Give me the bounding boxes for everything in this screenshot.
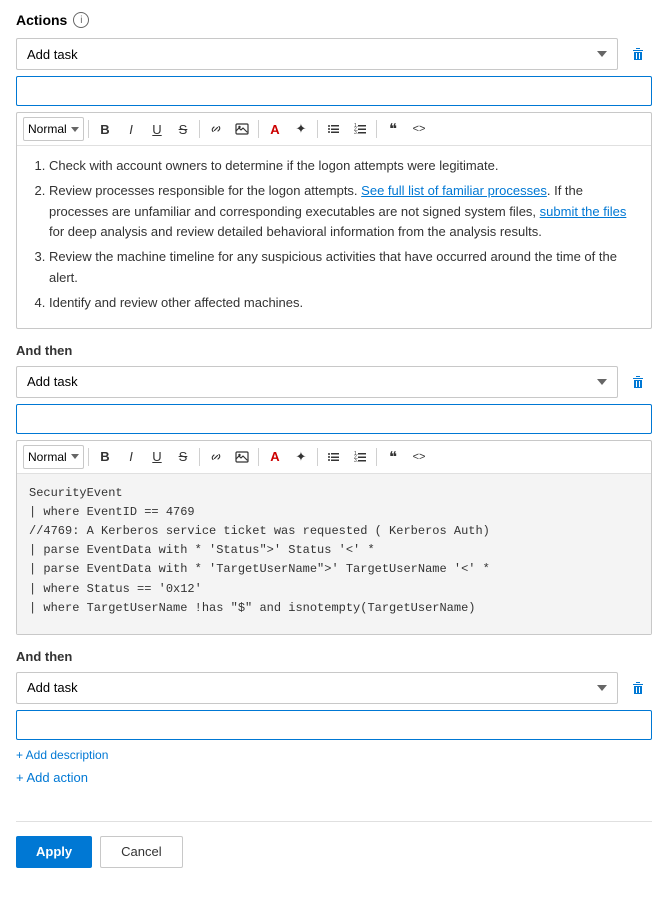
submit-files-link[interactable]: submit the files — [540, 204, 627, 219]
action-2-delete-button[interactable] — [624, 368, 652, 396]
action-1-title-input[interactable]: Validate and scope the alert — [16, 76, 652, 106]
editor-list-item: Review processes responsible for the log… — [49, 181, 639, 243]
bullet-list-button-2[interactable] — [322, 445, 346, 469]
familiar-processes-link[interactable]: See full list of familiar processes — [361, 183, 547, 198]
action-1-task-select[interactable]: Add task — [16, 38, 618, 70]
link-button-2[interactable] — [204, 445, 228, 469]
add-description-link[interactable]: + Add description — [16, 748, 108, 762]
link-button[interactable] — [204, 117, 228, 141]
action-2-code-editor-body[interactable]: SecurityEvent| where EventID == 4769//47… — [17, 474, 651, 634]
action-3-task-select[interactable]: Add task — [16, 672, 618, 704]
bold-button[interactable]: B — [93, 117, 117, 141]
toolbar-divider-5 — [376, 120, 377, 138]
and-then-2: And then — [16, 649, 652, 664]
font-color-button[interactable]: A — [263, 117, 287, 141]
bold-button-2[interactable]: B — [93, 445, 117, 469]
action-1-editor: Normal B I U S — [16, 112, 652, 329]
action-3-title-input[interactable]: Stop suspicious process and isolate affe… — [16, 710, 652, 740]
italic-button[interactable]: I — [119, 117, 143, 141]
editor-list-item: Check with account owners to determine i… — [49, 156, 639, 177]
editor-list-item: Identify and review other affected machi… — [49, 293, 639, 314]
toolbar-divider-a4 — [317, 448, 318, 466]
action-1-toolbar: Normal B I U S — [17, 113, 651, 146]
apply-button[interactable]: Apply — [16, 836, 92, 868]
add-action-link[interactable]: + Add action — [16, 770, 88, 785]
info-icon[interactable]: i — [73, 12, 89, 28]
blockquote-button[interactable]: ❝ — [381, 117, 405, 141]
code-button[interactable]: <> — [407, 117, 431, 141]
footer-buttons: Apply Cancel — [16, 836, 652, 868]
underline-button-2[interactable]: U — [145, 445, 169, 469]
action-1-format-select[interactable]: Normal — [23, 117, 84, 141]
action-2-format-select[interactable]: Normal — [23, 445, 84, 469]
italic-button-2[interactable]: I — [119, 445, 143, 469]
highlight-button-2[interactable]: ✦ — [289, 445, 313, 469]
font-color-button-2[interactable]: A — [263, 445, 287, 469]
numbered-list-button-2[interactable]: 1. 2. 3. — [348, 445, 372, 469]
action-2-title-input[interactable]: Run query to explore last activities — [16, 404, 652, 434]
action-2-toolbar: Normal B I U S — [17, 441, 651, 474]
underline-button[interactable]: U — [145, 117, 169, 141]
toolbar-divider-2 — [199, 120, 200, 138]
toolbar-divider-a3 — [258, 448, 259, 466]
toolbar-divider-3 — [258, 120, 259, 138]
numbered-list-button[interactable]: 1. 2. 3. — [348, 117, 372, 141]
action-2-block: Add task Run query to explore last activ… — [16, 366, 652, 635]
toolbar-divider-a1 — [88, 448, 89, 466]
toolbar-divider-1 — [88, 120, 89, 138]
action-3-task-row: Add task — [16, 672, 652, 704]
svg-text:3.: 3. — [354, 458, 358, 464]
code-button-2[interactable]: <> — [407, 445, 431, 469]
action-3-delete-button[interactable] — [624, 674, 652, 702]
action-3-block: Add task Stop suspicious process and iso… — [16, 672, 652, 770]
toolbar-divider-a5 — [376, 448, 377, 466]
toolbar-divider-a2 — [199, 448, 200, 466]
footer-divider — [16, 821, 652, 822]
action-1-editor-body[interactable]: Check with account owners to determine i… — [17, 146, 651, 328]
image-button-2[interactable] — [230, 445, 254, 469]
toolbar-divider-4 — [317, 120, 318, 138]
actions-title: Actions — [16, 12, 67, 28]
strikethrough-button-2[interactable]: S — [171, 445, 195, 469]
svg-text:3.: 3. — [354, 130, 358, 136]
strikethrough-button[interactable]: S — [171, 117, 195, 141]
action-1-block: Add task Validate and scope the alert No… — [16, 38, 652, 329]
action-1-delete-button[interactable] — [624, 40, 652, 68]
bullet-list-button[interactable] — [322, 117, 346, 141]
editor-list-item: Review the machine timeline for any susp… — [49, 247, 639, 289]
blockquote-button-2[interactable]: ❝ — [381, 445, 405, 469]
cancel-button[interactable]: Cancel — [100, 836, 182, 868]
actions-header: Actions i — [16, 12, 652, 28]
and-then-1: And then — [16, 343, 652, 358]
action-2-task-select[interactable]: Add task — [16, 366, 618, 398]
action-1-task-row: Add task — [16, 38, 652, 70]
highlight-button[interactable]: ✦ — [289, 117, 313, 141]
image-button[interactable] — [230, 117, 254, 141]
code-content: SecurityEvent| where EventID == 4769//47… — [29, 484, 639, 618]
action-2-editor: Normal B I U S — [16, 440, 652, 635]
action-2-task-row: Add task — [16, 366, 652, 398]
